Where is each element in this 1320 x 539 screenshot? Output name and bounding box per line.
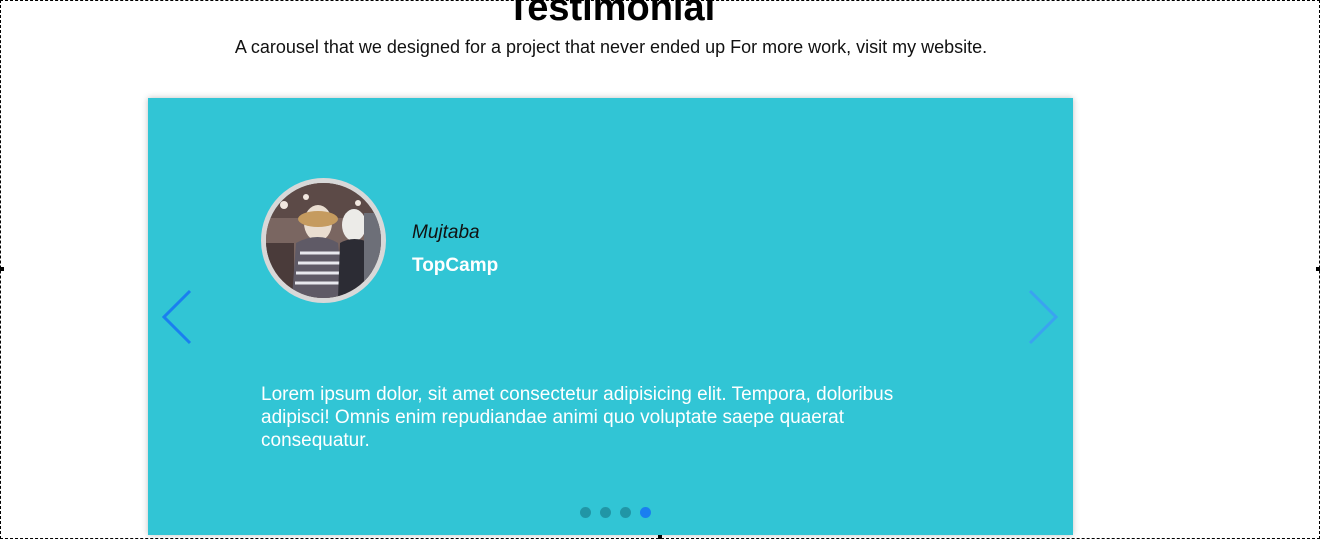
resize-handle-left xyxy=(0,267,4,271)
testimonial-quote: Lorem ipsum dolor, sit amet consectetur … xyxy=(261,384,894,451)
testimonial-name: Mujtaba xyxy=(412,222,480,243)
page-title: Testimonial xyxy=(506,0,716,29)
testimonial-company: TopCamp xyxy=(412,255,499,276)
slide-indicators xyxy=(148,507,1073,518)
previous-slide-button[interactable] xyxy=(160,288,194,346)
avatar-photo-icon xyxy=(266,183,381,298)
slide-indicator-3[interactable] xyxy=(620,507,631,518)
next-slide-button[interactable] xyxy=(1026,288,1060,346)
page-subtitle: A carousel that we designed for a projec… xyxy=(234,37,988,57)
avatar xyxy=(261,178,386,303)
testimonial-carousel: Mujtaba TopCamp Lorem ipsum dolor, sit a… xyxy=(148,98,1073,535)
slide-indicator-1[interactable] xyxy=(580,507,591,518)
resize-handle-bottom xyxy=(658,535,662,539)
chevron-right-icon xyxy=(1028,289,1059,345)
chevron-left-icon xyxy=(161,289,192,345)
resize-handle-right xyxy=(1316,267,1320,271)
slide-indicator-4[interactable] xyxy=(640,507,651,518)
slide-indicator-2[interactable] xyxy=(600,507,611,518)
